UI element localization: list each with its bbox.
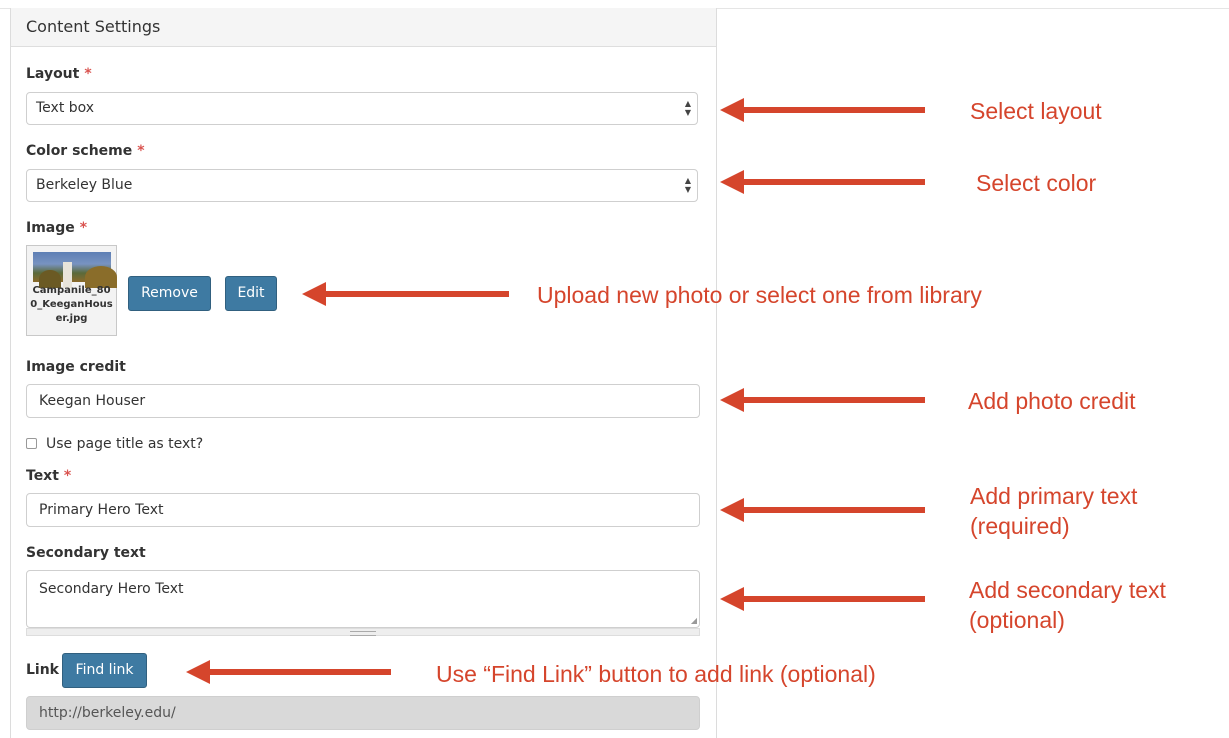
image-label: Image *	[26, 220, 87, 236]
required-marker: *	[79, 220, 88, 236]
color-scheme-select[interactable]: Berkeley Blue ▲ ▼	[26, 169, 698, 202]
annotation-upload-photo: Upload new photo or select one from libr…	[537, 282, 982, 308]
secondary-text-value: Secondary Hero Text	[39, 581, 184, 597]
layout-label-text: Layout	[26, 66, 80, 82]
annotation-photo-credit: Add photo credit	[968, 388, 1136, 414]
use-page-title-checkbox[interactable]	[26, 438, 37, 449]
secondary-text-label: Secondary text	[26, 545, 146, 561]
color-scheme-label: Color scheme *	[26, 143, 145, 159]
arrow-left-icon	[720, 498, 925, 522]
annotation-primary-text: Add primary text (required)	[970, 481, 1137, 541]
textarea-resize-icon[interactable]: ◢	[691, 616, 697, 625]
annotation-secondary-line2: (optional)	[969, 607, 1065, 633]
image-thumbnail[interactable]: Campanile_800_KeeganHouser.jpg	[26, 245, 117, 336]
panel-header: Content Settings	[11, 8, 716, 47]
select-arrows-icon: ▲ ▼	[684, 99, 692, 117]
panel-title: Content Settings	[26, 17, 161, 36]
image-credit-value: Keegan Houser	[39, 393, 146, 409]
layout-select-value: Text box	[36, 100, 95, 116]
select-arrows-icon: ▲ ▼	[684, 176, 692, 194]
secondary-text-textarea[interactable]: Secondary Hero Text ◢	[26, 570, 700, 628]
text-label: Text *	[26, 468, 71, 484]
color-scheme-label-text: Color scheme	[26, 143, 133, 159]
text-input[interactable]: Primary Hero Text	[26, 493, 700, 527]
annotation-select-color: Select color	[976, 170, 1097, 196]
color-scheme-select-value: Berkeley Blue	[36, 177, 133, 193]
text-value: Primary Hero Text	[39, 502, 164, 518]
arrow-left-icon	[186, 660, 391, 684]
use-page-title-label: Use page title as text?	[46, 436, 204, 452]
find-link-button[interactable]: Find link	[62, 653, 147, 688]
grip-lines-icon	[350, 631, 376, 636]
layout-select[interactable]: Text box ▲ ▼	[26, 92, 698, 125]
annotation-find-link: Use “Find Link” button to add link (opti…	[436, 661, 876, 687]
text-label-text: Text	[26, 468, 59, 484]
image-filename: Campanile_800_KeeganHouser.jpg	[30, 285, 113, 324]
required-marker: *	[84, 66, 92, 82]
image-credit-input[interactable]: Keegan Houser	[26, 384, 700, 418]
annotation-select-layout: Select layout	[970, 98, 1102, 124]
arrow-left-icon	[720, 388, 925, 412]
layout-label: Layout *	[26, 66, 92, 82]
image-credit-label: Image credit	[26, 359, 126, 375]
annotation-primary-line2: (required)	[970, 513, 1070, 539]
arrow-left-icon	[302, 282, 509, 306]
arrow-left-icon	[720, 170, 925, 194]
remove-button[interactable]: Remove	[128, 276, 211, 311]
annotation-primary-line1: Add primary text	[970, 483, 1138, 509]
link-label: Link	[26, 662, 59, 678]
arrow-left-icon	[720, 587, 925, 611]
required-marker: *	[63, 468, 72, 484]
campanile-thumbnail-image	[33, 252, 117, 288]
edit-button[interactable]: Edit	[225, 276, 277, 311]
image-label-text: Image	[26, 220, 75, 236]
annotation-secondary-line1: Add secondary text	[969, 577, 1166, 603]
arrow-left-icon	[720, 98, 925, 122]
required-marker: *	[137, 143, 145, 159]
textarea-grip[interactable]	[26, 628, 700, 636]
link-url-value: http://berkeley.edu/	[39, 705, 176, 721]
link-url-field: http://berkeley.edu/	[26, 696, 700, 730]
annotation-secondary-text: Add secondary text (optional)	[969, 575, 1166, 635]
